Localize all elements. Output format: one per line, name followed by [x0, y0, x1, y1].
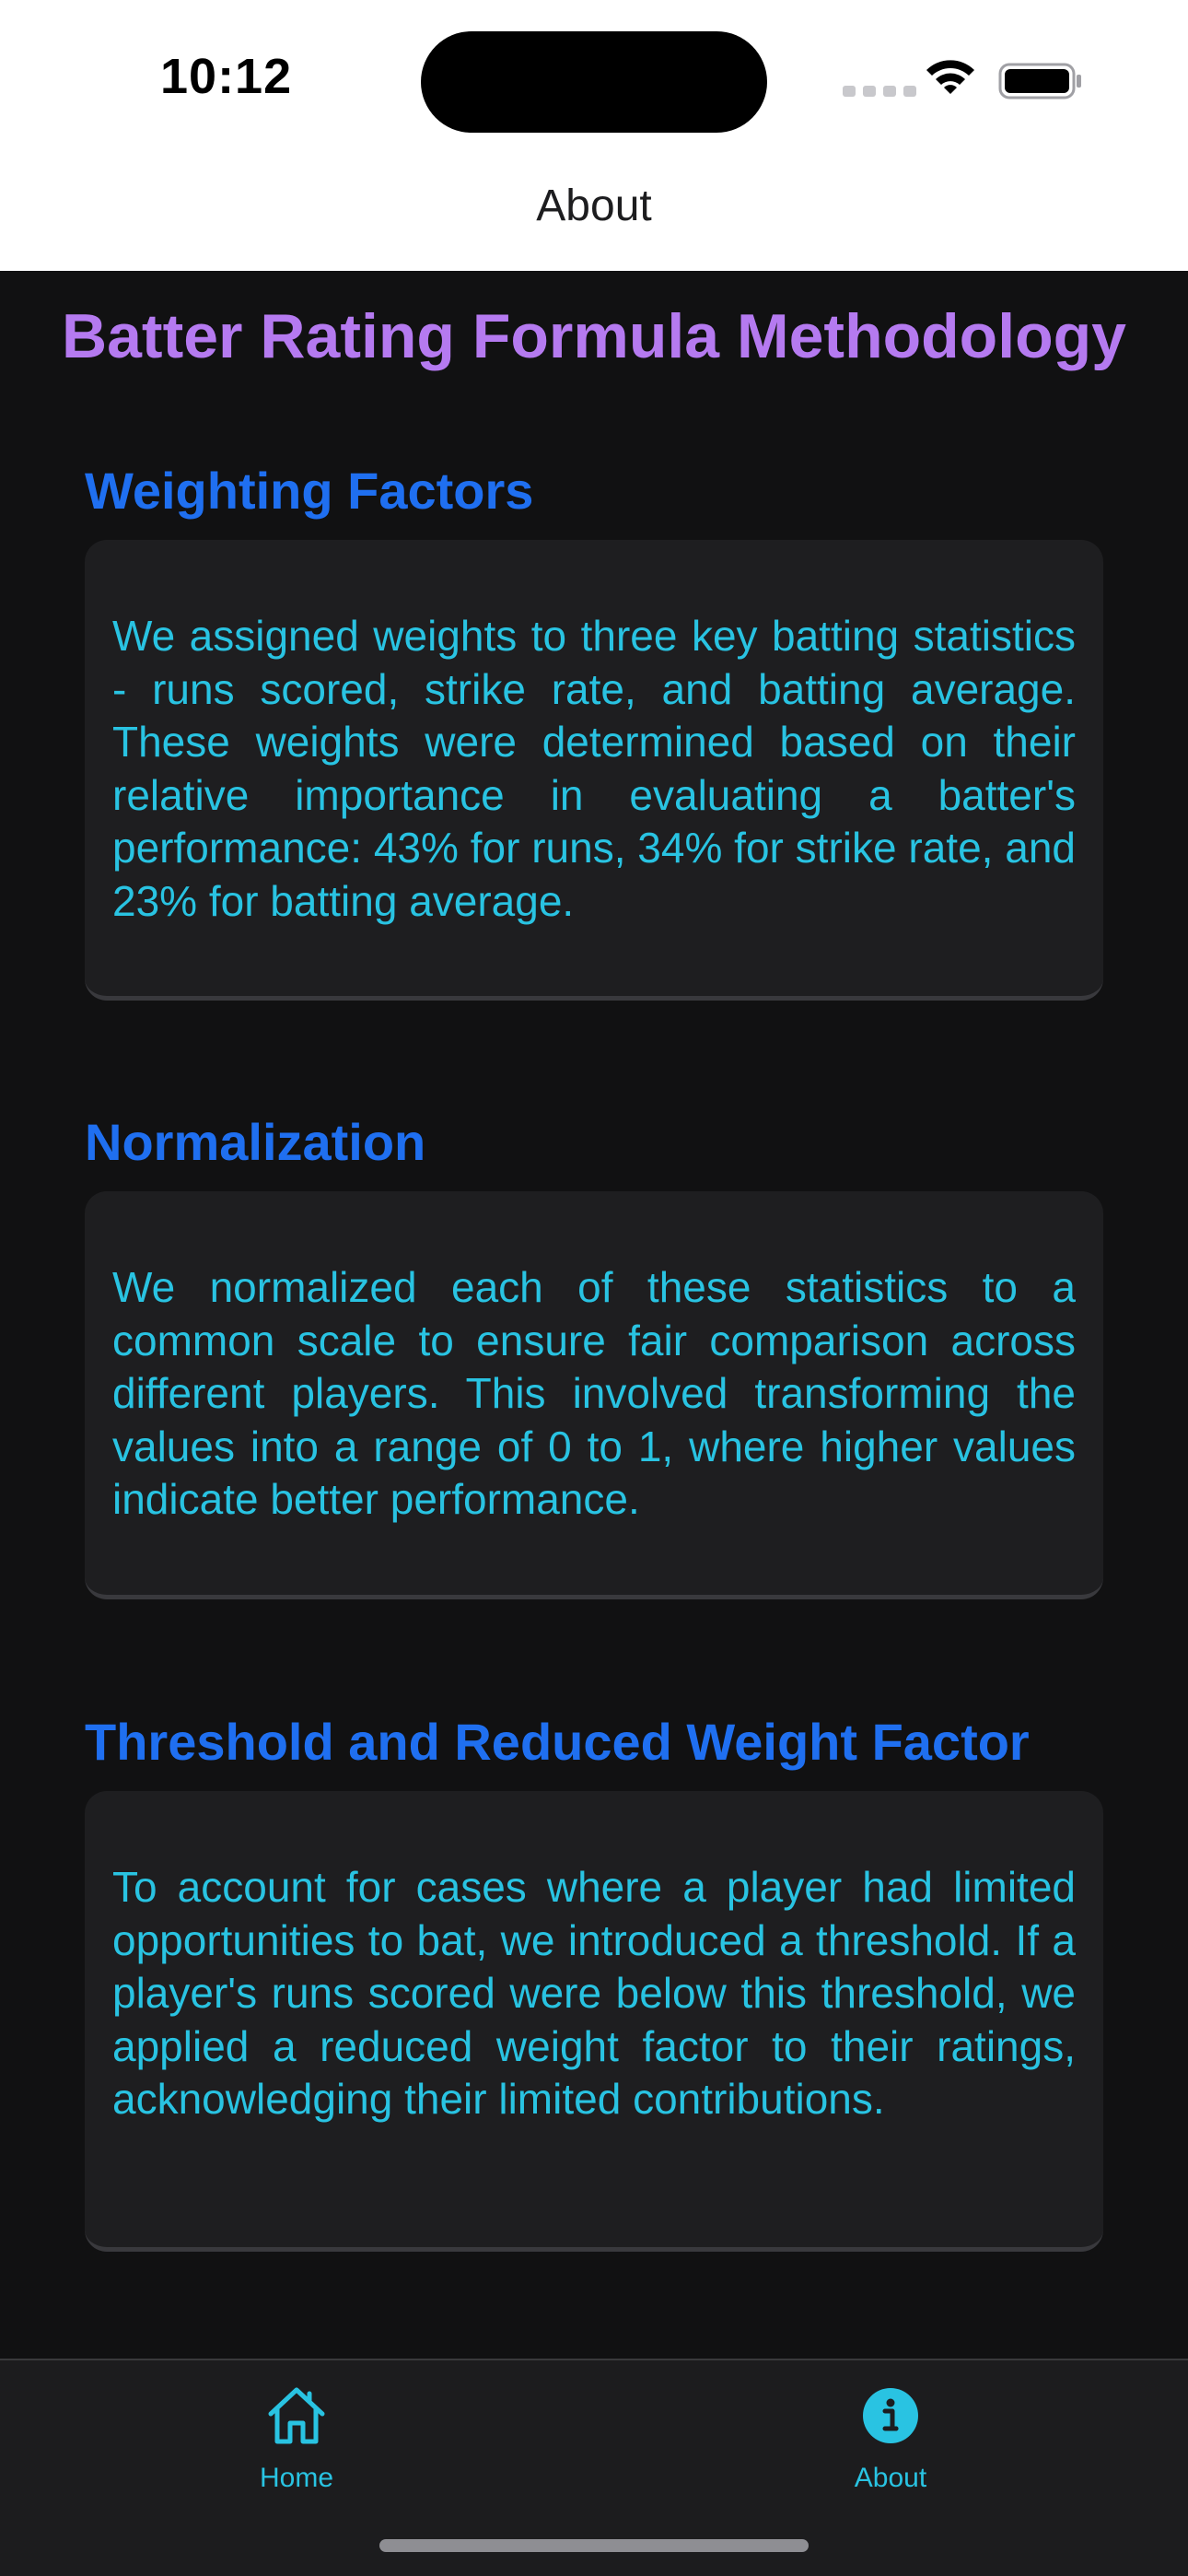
nav-title: About — [536, 181, 652, 230]
tab-home[interactable]: Home — [158, 2383, 435, 2494]
section-heading-threshold: Threshold and Reduced Weight Factor — [85, 1713, 1030, 1771]
about-screen: 10:12 About Batter Rating Formula Method… — [0, 0, 1188, 2576]
normalization-text: We normalized each of these statistics t… — [112, 1263, 1076, 1523]
weighting-factors-card: We assigned weights to three key batting… — [85, 540, 1103, 1001]
dynamic-island — [421, 31, 767, 133]
battery-icon — [998, 63, 1081, 100]
threshold-text: To account for cases where a player had … — [112, 1863, 1076, 2123]
tab-about[interactable]: About — [752, 2383, 1029, 2494]
status-time: 10:12 — [160, 49, 293, 104]
top-header: 10:12 About — [0, 0, 1188, 271]
home-indicator[interactable] — [379, 2539, 809, 2552]
cellular-signal-icon — [843, 86, 916, 97]
threshold-card: To account for cases where a player had … — [85, 1791, 1103, 2252]
tab-about-label: About — [854, 2463, 927, 2493]
page-title: Batter Rating Formula Methodology — [62, 301, 1126, 371]
weighting-factors-text: We assigned weights to three key batting… — [112, 612, 1076, 925]
section-heading-normalization: Normalization — [85, 1113, 426, 1171]
tab-home-label: Home — [259, 2463, 334, 2493]
house-icon — [268, 2387, 325, 2444]
section-heading-weighting-factors: Weighting Factors — [85, 462, 534, 520]
wifi-icon — [926, 60, 974, 94]
normalization-card: We normalized each of these statistics t… — [85, 1191, 1103, 1599]
info-circle-icon — [863, 2388, 918, 2443]
